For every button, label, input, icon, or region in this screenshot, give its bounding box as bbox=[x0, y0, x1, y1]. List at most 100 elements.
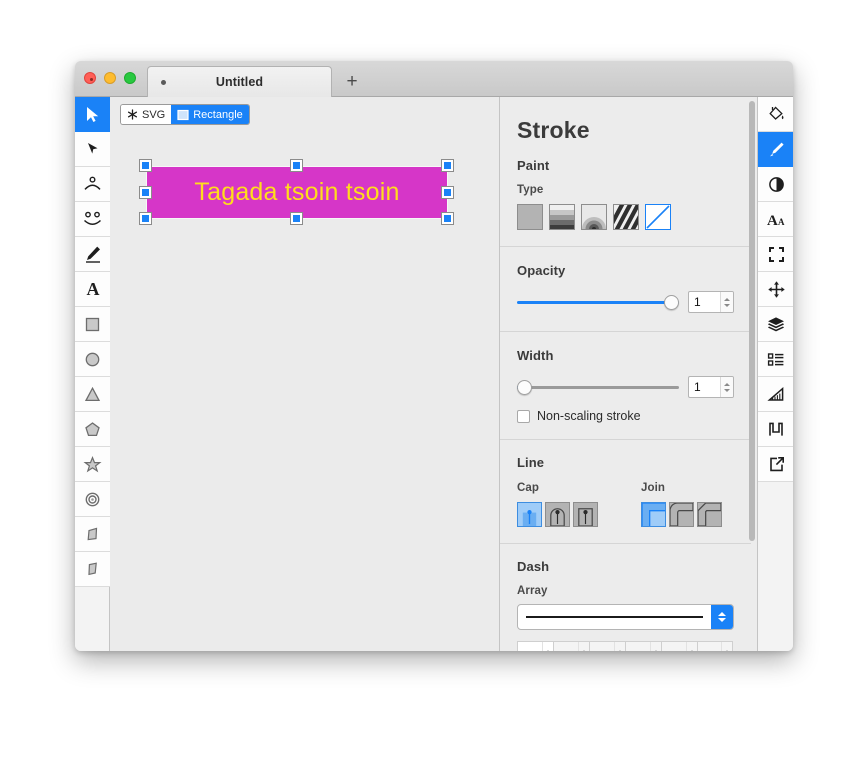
dash-array-preview[interactable] bbox=[518, 605, 711, 629]
width-slider-knob[interactable] bbox=[517, 379, 532, 395]
join-label: Join bbox=[641, 482, 666, 494]
paint-type-none[interactable] bbox=[645, 204, 671, 230]
square-cap-button[interactable] bbox=[573, 502, 598, 527]
triangle-tool[interactable] bbox=[75, 377, 110, 412]
opacity-heading: Opacity bbox=[517, 263, 566, 278]
dash-cell-5[interactable] bbox=[661, 641, 697, 651]
paint-type-linear-gradient[interactable] bbox=[549, 204, 575, 230]
breadcrumb: SVG Rectangle bbox=[121, 105, 249, 124]
dash-section: Dash Array bbox=[500, 543, 751, 651]
dash-cell-6-value[interactable] bbox=[698, 642, 721, 651]
star-tool[interactable] bbox=[75, 447, 110, 482]
ellipse-tool[interactable] bbox=[75, 342, 110, 377]
dash-cell-5-value[interactable] bbox=[662, 642, 686, 651]
panel-scrollbar[interactable] bbox=[749, 101, 755, 541]
spiral-tool[interactable] bbox=[75, 482, 110, 517]
opacity-value[interactable]: 1 bbox=[689, 292, 720, 312]
paint-type-swatches bbox=[517, 204, 734, 230]
svg-text:A: A bbox=[767, 213, 778, 229]
miter-join-button[interactable] bbox=[641, 502, 666, 527]
right-toolbar: A A bbox=[757, 97, 793, 651]
width-section: Width 1 Non-scaling stroke bbox=[500, 331, 751, 439]
minimize-button[interactable] bbox=[104, 72, 116, 84]
dash-cell-2[interactable] bbox=[553, 641, 589, 651]
layers-panel-button[interactable] bbox=[758, 307, 793, 342]
round-join-button[interactable] bbox=[669, 502, 694, 527]
dash-array-cells bbox=[517, 641, 734, 651]
bevel-join-button[interactable] bbox=[697, 502, 722, 527]
paint-type-radial-gradient[interactable] bbox=[581, 204, 607, 230]
canvas-area[interactable]: SVG Rectangle Tagada tsoin tsoin bbox=[110, 97, 499, 651]
join-group: Join bbox=[641, 482, 725, 527]
width-heading: Width bbox=[517, 348, 554, 363]
close-button[interactable] bbox=[84, 72, 96, 84]
dash-cell-4[interactable] bbox=[625, 641, 661, 651]
breadcrumb-item-svg[interactable]: SVG bbox=[121, 105, 172, 124]
dash-cell-2-value[interactable] bbox=[554, 642, 578, 651]
opacity-stepper[interactable]: 1 bbox=[688, 291, 734, 313]
dash-cell-1[interactable] bbox=[517, 641, 553, 651]
selection-handle-middle-right[interactable] bbox=[442, 187, 453, 198]
polygon-tool[interactable] bbox=[75, 517, 110, 552]
filters-panel-button[interactable] bbox=[758, 167, 793, 202]
stroke-panel-button[interactable] bbox=[758, 132, 793, 167]
selection-handle-bottom-left[interactable] bbox=[140, 213, 151, 224]
selection-handle-top-right[interactable] bbox=[442, 160, 453, 171]
opacity-stepper-arrows[interactable] bbox=[720, 292, 733, 312]
width-slider[interactable] bbox=[517, 379, 679, 395]
round-cap-button[interactable] bbox=[545, 502, 570, 527]
non-scaling-stroke-checkbox[interactable] bbox=[517, 409, 530, 423]
selection-handle-top-center[interactable] bbox=[291, 160, 302, 171]
freeform-tool[interactable] bbox=[75, 552, 110, 587]
export-panel-button[interactable] bbox=[758, 447, 793, 482]
opacity-slider-knob[interactable] bbox=[664, 294, 679, 310]
dash-cell-4-value[interactable] bbox=[626, 642, 650, 651]
document-panel-button[interactable] bbox=[758, 342, 793, 377]
pencil-tool[interactable] bbox=[75, 237, 110, 272]
dash-array-combobox[interactable] bbox=[517, 604, 734, 630]
multi-node-tool[interactable] bbox=[75, 202, 110, 237]
svg-text:A: A bbox=[778, 217, 785, 227]
node-edit-tool[interactable] bbox=[75, 167, 110, 202]
svg-text:A: A bbox=[86, 279, 99, 299]
geometry-panel-button[interactable] bbox=[758, 377, 793, 412]
panel-title: Stroke bbox=[517, 117, 590, 143]
transform-panel-button[interactable] bbox=[758, 272, 793, 307]
rectangle-tool[interactable] bbox=[75, 307, 110, 342]
tab-untitled[interactable]: Untitled bbox=[147, 66, 332, 97]
dash-array-stepper-button[interactable] bbox=[711, 605, 733, 629]
paint-type-pattern[interactable] bbox=[613, 204, 639, 230]
breadcrumb-item-rectangle[interactable]: Rectangle bbox=[171, 105, 249, 124]
breadcrumb-label-svg: SVG bbox=[142, 108, 166, 121]
dash-cell-3-value[interactable] bbox=[590, 642, 614, 651]
select-tool[interactable] bbox=[75, 97, 110, 132]
pentagon-tool[interactable] bbox=[75, 412, 110, 447]
selection-handle-top-left[interactable] bbox=[140, 160, 151, 171]
width-value[interactable]: 1 bbox=[689, 377, 720, 397]
zoom-button[interactable] bbox=[124, 72, 136, 84]
dash-cell-6[interactable] bbox=[697, 641, 733, 651]
selected-object-group[interactable]: Tagada tsoin tsoin bbox=[140, 160, 454, 225]
selection-handle-middle-left[interactable] bbox=[140, 187, 151, 198]
width-stepper[interactable]: 1 bbox=[688, 376, 734, 398]
paint-heading: Paint bbox=[517, 158, 550, 173]
frame-panel-button[interactable] bbox=[758, 237, 793, 272]
text-tool[interactable]: A bbox=[75, 272, 110, 307]
opacity-slider[interactable] bbox=[517, 294, 679, 310]
selection-outline bbox=[146, 166, 448, 219]
markers-panel-button[interactable] bbox=[758, 412, 793, 447]
opacity-section: Opacity 1 bbox=[500, 246, 751, 331]
traffic-lights bbox=[84, 72, 136, 84]
selection-handle-bottom-right[interactable] bbox=[442, 213, 453, 224]
new-tab-button[interactable]: + bbox=[332, 66, 372, 97]
paint-type-flat-color[interactable] bbox=[517, 204, 543, 230]
dash-cell-3[interactable] bbox=[589, 641, 625, 651]
typography-panel-button[interactable]: A A bbox=[758, 202, 793, 237]
fill-panel-button[interactable] bbox=[758, 97, 793, 132]
left-toolbar: A bbox=[75, 97, 110, 651]
selection-handle-bottom-center[interactable] bbox=[291, 213, 302, 224]
width-stepper-arrows[interactable] bbox=[720, 377, 733, 397]
dash-cell-1-value[interactable] bbox=[518, 642, 542, 651]
node-select-tool[interactable] bbox=[75, 132, 110, 167]
butt-cap-button[interactable] bbox=[517, 502, 542, 527]
